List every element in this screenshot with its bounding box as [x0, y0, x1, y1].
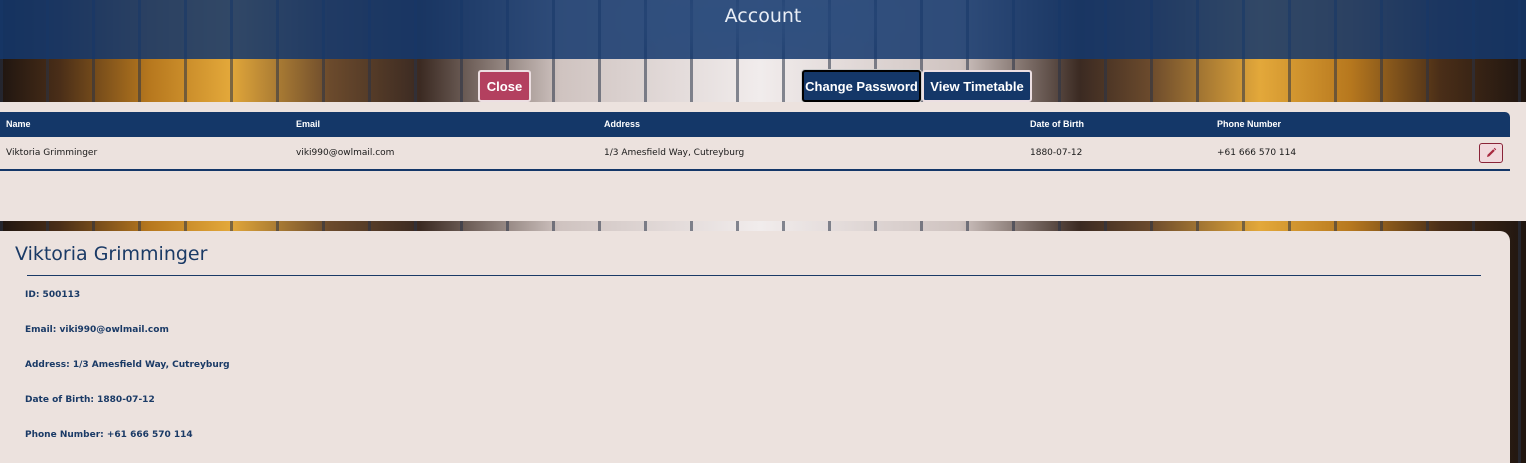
column-header-name[interactable]: Name — [6, 119, 31, 129]
pencil-icon — [1487, 147, 1497, 157]
cell-phone-number: +61 666 570 114 — [1217, 148, 1297, 158]
account-table-panel: Name Email Address Date of Birth Phone N… — [0, 102, 1526, 221]
detail-phone-number: Phone Number: +61 666 570 114 — [25, 430, 193, 440]
detail-date-of-birth: Date of Birth: 1880-07-12 — [25, 395, 155, 405]
cell-email: viki990@owlmail.com — [296, 148, 395, 158]
column-header-date-of-birth[interactable]: Date of Birth — [1030, 119, 1084, 129]
detail-address: Address: 1/3 Amesfield Way, Cutreyburg — [25, 360, 230, 370]
profile-card: Viktoria Grimminger ID: 500113 Email: vi… — [0, 231, 1510, 463]
profile-name: Viktoria Grimminger — [15, 243, 208, 265]
table-header: Name Email Address Date of Birth Phone N… — [0, 112, 1510, 137]
page-header: Account — [0, 0, 1526, 59]
change-password-button[interactable]: Change Password — [802, 70, 921, 102]
cell-name: Viktoria Grimminger — [6, 148, 98, 158]
close-button[interactable]: Close — [478, 70, 531, 102]
column-header-email[interactable]: Email — [296, 119, 320, 129]
table-row: Viktoria Grimminger viki990@owlmail.com … — [0, 137, 1510, 171]
edit-button[interactable] — [1479, 143, 1503, 163]
column-header-address[interactable]: Address — [604, 119, 640, 129]
cell-address: 1/3 Amesfield Way, Cutreyburg — [604, 148, 745, 158]
page-title: Account — [724, 4, 802, 27]
detail-email: Email: viki990@owlmail.com — [25, 325, 169, 335]
view-timetable-button[interactable]: View Timetable — [922, 70, 1032, 102]
column-header-phone-number[interactable]: Phone Number — [1217, 119, 1281, 129]
cell-date-of-birth: 1880-07-12 — [1030, 148, 1083, 158]
divider — [27, 275, 1481, 276]
detail-id: ID: 500113 — [25, 290, 81, 300]
